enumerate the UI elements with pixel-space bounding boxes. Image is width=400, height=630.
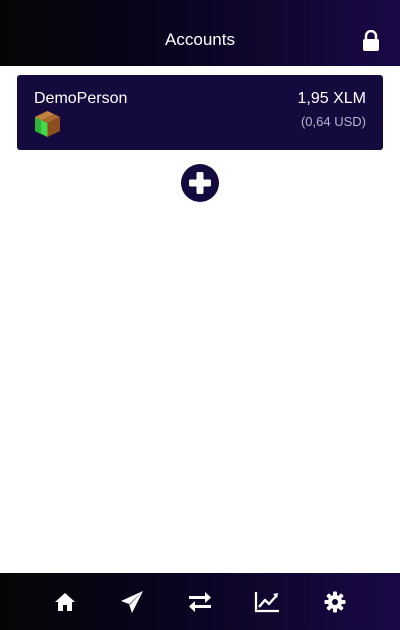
line-chart-icon	[254, 592, 279, 613]
cube-avatar-icon	[35, 111, 60, 137]
plus-circle-icon	[189, 172, 211, 194]
top-bar: Accounts	[0, 0, 400, 66]
nav-home[interactable]	[52, 589, 78, 615]
swap-arrows-icon	[189, 592, 211, 612]
account-fiat-value: (0,64 USD)	[300, 114, 366, 129]
nav-chart[interactable]	[254, 589, 280, 615]
nav-exchange[interactable]	[187, 589, 213, 615]
page-title: Accounts	[165, 30, 235, 49]
gear-icon	[324, 591, 346, 613]
nav-settings[interactable]	[322, 589, 348, 615]
add-account-button[interactable]	[181, 164, 219, 202]
paper-plane-icon	[121, 591, 143, 613]
account-card[interactable]: DemoPerson 1,95 XLM (0,64 USD)	[17, 75, 383, 150]
nav-send[interactable]	[119, 589, 145, 615]
home-icon	[55, 593, 75, 611]
lock-button[interactable]	[362, 29, 380, 52]
account-balance: 1,95 XLM	[297, 90, 366, 107]
bottom-navigation	[0, 573, 400, 630]
account-name: DemoPerson	[34, 90, 128, 107]
lock-icon	[363, 29, 379, 51]
accounts-screen: Accounts DemoPerson 1,95 XLM (0,64 USD)	[0, 0, 400, 630]
